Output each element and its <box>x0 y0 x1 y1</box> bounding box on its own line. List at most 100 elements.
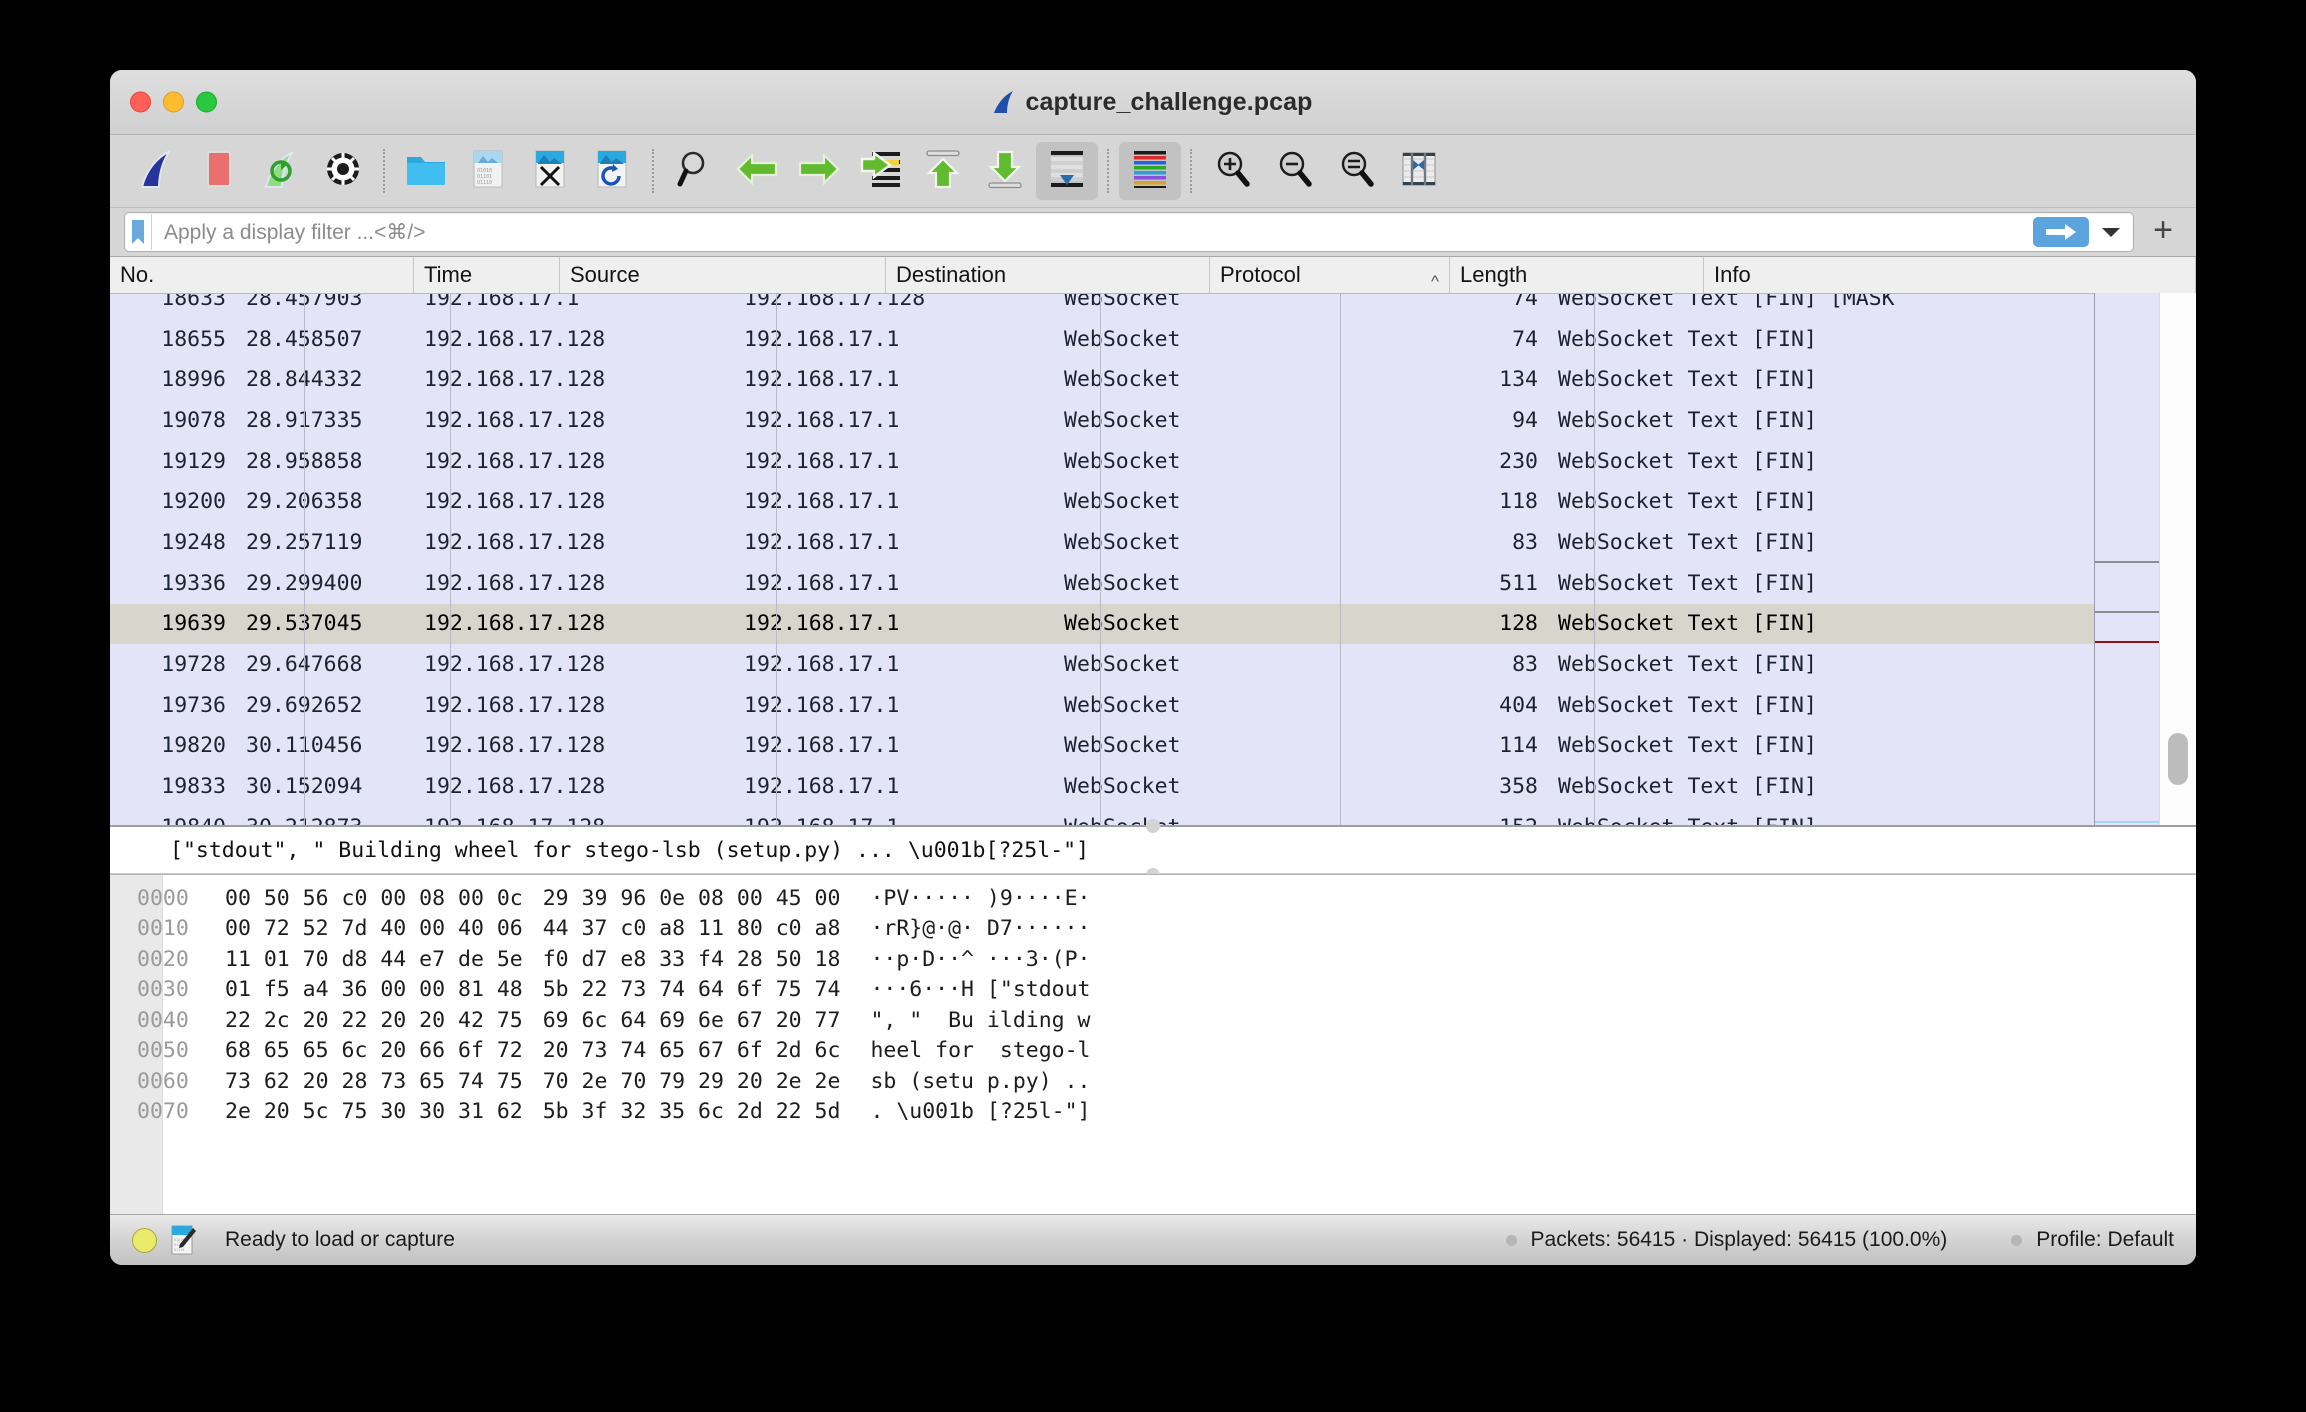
toolbar-separator <box>652 149 655 193</box>
zoom-in-button[interactable] <box>1202 142 1264 200</box>
go-back-button[interactable] <box>726 142 788 200</box>
add-filter-button[interactable]: + <box>2144 213 2182 251</box>
bookmark-icon[interactable] <box>125 214 152 250</box>
go-to-packet-button[interactable] <box>850 142 912 200</box>
minimize-window-button[interactable] <box>163 91 184 113</box>
hex-row[interactable]: 0020 11 01 70 d8 44 e7 de 5e f0 d7 e8 33 f… <box>137 944 2196 975</box>
packet-rows: 18633 28.457903 192.168.17.1 192.168.17.128… <box>110 294 2196 825</box>
hex-row[interactable]: 0050 68 65 65 6c 20 66 6f 72 20 73 74 65 6… <box>137 1036 2196 1067</box>
cell-protocol: WebSocket <box>1064 529 1181 555</box>
packets-bullet-icon <box>1505 1234 1517 1246</box>
hex-offset: 0000 <box>137 885 189 911</box>
packet-detail-line[interactable]: ["stdout", " Building wheel for stego-ls… <box>110 838 1089 863</box>
hex-offset: 0050 <box>137 1038 189 1064</box>
apply-filter-button[interactable] <box>2033 217 2089 247</box>
scrollbar-thumb[interactable] <box>2168 733 2188 785</box>
auto-scroll-button[interactable] <box>1036 142 1098 200</box>
table-row[interactable]: 19736 29.692652 192.168.17.128 192.168.17.1… <box>110 684 2196 726</box>
hex-ascii: ··p·D··^ ···3·(P· <box>870 946 1091 972</box>
table-row[interactable]: 19248 29.257119 192.168.17.128 192.168.17.1… <box>110 522 2196 563</box>
colorize-packets-button[interactable] <box>1119 142 1181 200</box>
display-filter-input-wrap[interactable]: Apply a display filter ...<⌘/> <box>124 212 2134 252</box>
hex-bytes-left: 73 62 20 28 73 65 74 75 <box>225 1068 523 1094</box>
window-controls <box>130 91 217 113</box>
cell-no: 19639 <box>161 611 226 637</box>
cell-source: 192.168.17.128 <box>424 489 606 515</box>
table-row[interactable]: 19728 29.647668 192.168.17.128 192.168.17.1… <box>110 644 2196 685</box>
table-row[interactable]: 19200 29.206358 192.168.17.128 192.168.17.1… <box>110 481 2196 523</box>
hex-bytes-right: 70 2e 70 79 29 20 2e 2e <box>542 1068 841 1094</box>
hex-row[interactable]: 0000 00 50 56 c0 00 08 00 0c 29 39 96 0e 0… <box>137 883 2196 914</box>
column-header-protocol-label: Protocol <box>1220 262 1301 287</box>
chevron-down-icon[interactable] <box>2093 216 2129 248</box>
column-header-info[interactable]: Info <box>1704 257 2196 293</box>
table-row[interactable]: 19129 28.958858 192.168.17.128 192.168.17.1… <box>110 440 2196 482</box>
capture-options-button[interactable] <box>312 142 374 200</box>
column-header-protocol[interactable]: Protocol ^ <box>1210 257 1450 293</box>
arrow-up-top-icon <box>924 149 962 194</box>
go-forward-button[interactable] <box>788 142 850 200</box>
hex-row[interactable]: 0070 2e 20 5c 75 30 30 31 62 5b 3f 32 35 6… <box>137 1097 2196 1128</box>
hex-bytes-right: 20 73 74 65 67 6f 2d 6c <box>542 1038 841 1064</box>
display-filter-input[interactable]: Apply a display filter ...<⌘/> <box>152 220 2033 245</box>
svg-text:01110: 01110 <box>477 180 492 186</box>
hex-row[interactable]: 0010 00 72 52 7d 40 00 40 06 44 37 c0 a8 1… <box>137 914 2196 945</box>
cell-length: 74 <box>1512 294 1538 311</box>
cell-no: 19129 <box>161 448 226 474</box>
cell-time: 28.844332 <box>246 367 363 393</box>
wireshark-window: capture_challenge.pcap 01010 01101 01110… <box>110 70 2196 1265</box>
zoom-out-button[interactable] <box>1264 142 1326 200</box>
cell-length: 358 <box>1499 774 1538 800</box>
table-row[interactable]: 19336 29.299400 192.168.17.128 192.168.17.1… <box>110 562 2196 604</box>
column-header-time[interactable]: Time <box>414 257 560 293</box>
table-row[interactable]: 18633 28.457903 192.168.17.1 192.168.17.128… <box>110 294 2196 319</box>
start-capture-button[interactable] <box>126 142 188 200</box>
column-header-source[interactable]: Source <box>560 257 886 293</box>
table-row[interactable]: 19639 29.537045 192.168.17.128 192.168.17.1… <box>110 603 2196 645</box>
column-header-length[interactable]: Length <box>1450 257 1704 293</box>
cell-time: 30.152094 <box>246 774 363 800</box>
open-file-button[interactable] <box>395 142 457 200</box>
cell-protocol: WebSocket <box>1064 367 1181 393</box>
svg-text:01110: 01110 <box>174 1248 184 1252</box>
reload-file-button[interactable] <box>581 142 643 200</box>
find-packet-button[interactable] <box>664 142 726 200</box>
go-to-last-packet-button[interactable] <box>974 142 1036 200</box>
cell-source: 192.168.17.128 <box>424 692 606 718</box>
cell-source: 192.168.17.128 <box>424 774 606 800</box>
hex-offset: 0030 <box>137 977 189 1003</box>
zoom-reset-button[interactable] <box>1326 142 1388 200</box>
packets-count-text: Packets: 56415 · Displayed: 56415 (100.0… <box>1530 1228 1948 1251</box>
hex-bytes-right: 29 39 96 0e 08 00 45 00 <box>542 885 841 911</box>
packet-bytes-pane[interactable]: 0000 00 50 56 c0 00 08 00 0c 29 39 96 0e 0… <box>110 874 2196 1214</box>
cell-length: 118 <box>1499 489 1538 515</box>
close-file-button[interactable] <box>519 142 581 200</box>
restart-capture-button[interactable] <box>250 142 312 200</box>
table-row[interactable]: 19833 30.152094 192.168.17.128 192.168.17.1… <box>110 766 2196 807</box>
table-row[interactable]: 19078 28.917335 192.168.17.128 192.168.17.1… <box>110 400 2196 441</box>
expert-info-circle-icon[interactable] <box>132 1227 157 1253</box>
hex-row[interactable]: 0040 22 2c 20 22 20 20 42 75 69 6c 64 69 6… <box>137 1005 2196 1036</box>
table-row[interactable]: 19820 30.110456 192.168.17.128 192.168.17.1… <box>110 725 2196 767</box>
table-row[interactable]: 18996 28.844332 192.168.17.128 192.168.17.1… <box>110 359 2196 401</box>
save-file-button[interactable]: 01010 01101 01110 <box>457 142 519 200</box>
intelligent-scrollbar-minimap[interactable] <box>2094 293 2160 825</box>
hex-bytes-right: f0 d7 e8 33 f4 28 50 18 <box>542 946 841 972</box>
capture-file-properties-icon[interactable]: 01010 01101 01110 <box>171 1225 197 1255</box>
hex-row[interactable]: 0030 01 f5 a4 36 00 00 81 48 5b 22 73 74 6… <box>137 975 2196 1006</box>
pane-resize-grip-top[interactable] <box>1146 819 1160 833</box>
packet-list-scrollbar[interactable] <box>2159 293 2196 825</box>
resize-columns-button[interactable] <box>1388 142 1450 200</box>
hex-row[interactable]: 0060 73 62 20 28 73 65 74 75 70 2e 70 79 2… <box>137 1066 2196 1097</box>
hex-ascii: ", " Bu ilding w <box>870 1007 1091 1033</box>
close-window-button[interactable] <box>130 91 151 113</box>
column-header-no[interactable]: No. <box>110 257 414 293</box>
cell-no: 19820 <box>161 733 226 759</box>
table-row[interactable]: 18655 28.458507 192.168.17.128 192.168.17.1… <box>110 318 2196 360</box>
go-to-first-packet-button[interactable] <box>912 142 974 200</box>
stop-capture-button[interactable] <box>188 142 250 200</box>
column-header-destination[interactable]: Destination <box>886 257 1210 293</box>
packet-details-pane[interactable]: ["stdout", " Building wheel for stego-ls… <box>110 819 2196 882</box>
profile-text[interactable]: Profile: Default <box>2036 1228 2174 1252</box>
maximize-window-button[interactable] <box>196 91 217 113</box>
